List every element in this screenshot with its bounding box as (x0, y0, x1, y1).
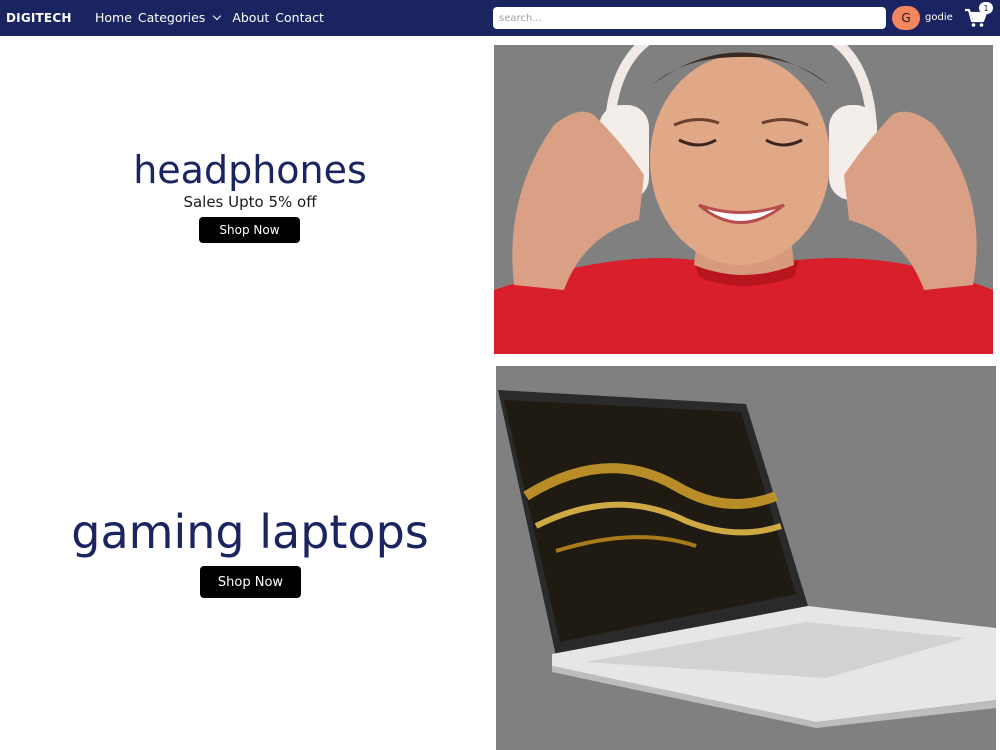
brand-logo[interactable]: DIGITECH (6, 11, 72, 25)
promo-title-headphones: headphones (133, 148, 367, 192)
cart-count-badge: 1 (979, 2, 993, 14)
username[interactable]: godie (925, 12, 953, 23)
avatar[interactable]: G (892, 6, 920, 30)
laptop-illustration (496, 366, 996, 750)
navbar: DIGITECH Home Categories About Contact G… (0, 0, 1000, 36)
nav-home[interactable]: Home (95, 10, 132, 25)
promo-title-gaming-laptops: gaming laptops (71, 505, 429, 559)
nav-contact[interactable]: Contact (275, 10, 324, 25)
shop-now-button-headphones[interactable]: Shop Now (199, 217, 300, 243)
chevron-down-icon (213, 11, 222, 20)
nav-categories-dropdown[interactable]: Categories (138, 10, 222, 25)
nav-about[interactable]: About (232, 10, 269, 25)
nav-links: Home Categories About Contact (95, 10, 330, 25)
woman-headphones-illustration (494, 45, 993, 354)
headphones-image (494, 45, 993, 354)
search-input[interactable] (493, 7, 886, 29)
shop-now-button-gaming-laptops[interactable]: Shop Now (200, 566, 301, 598)
laptop-image (496, 366, 996, 750)
promo-subtitle-headphones: Sales Upto 5% off (183, 193, 317, 211)
nav-categories[interactable]: Categories (138, 10, 205, 25)
